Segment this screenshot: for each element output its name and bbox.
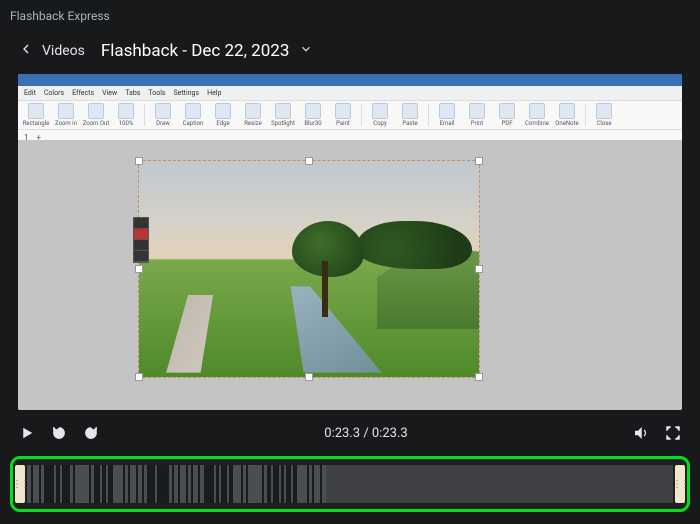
menu-item: Edit — [24, 89, 36, 97]
editor-tool: Zoom in — [52, 103, 80, 127]
menu-item: Colors — [44, 89, 64, 97]
editor-tool: Spotlight — [269, 103, 297, 127]
editor-tool: PDF — [493, 103, 521, 127]
editor-titlebar — [18, 74, 682, 86]
image-side-toolbar — [133, 217, 149, 263]
editor-tool: Zoom Out — [82, 103, 110, 127]
current-time: 0:23.3 — [324, 426, 360, 441]
timeline-trim[interactable] — [10, 456, 690, 512]
timeline-track[interactable] — [27, 465, 673, 503]
editor-tool: Print — [463, 103, 491, 127]
editor-tool: OneNote — [553, 103, 581, 127]
editor-tool: Blur30 — [299, 103, 327, 127]
back-to-videos[interactable]: Videos — [18, 41, 85, 61]
editor-tool: Caption — [179, 103, 207, 127]
app-titlebar: Flashback Express — [0, 0, 700, 32]
menu-item: Help — [207, 89, 221, 97]
editor-tool: Copy — [366, 103, 394, 127]
svg-text:5: 5 — [57, 431, 60, 437]
project-title: Flashback - Dec 22, 2023 — [101, 41, 290, 61]
menu-item: Tools — [148, 89, 165, 97]
trim-handle-left[interactable] — [15, 465, 25, 503]
editor-menubar: Edit Colors Effects View Tabs Tools Sett… — [18, 86, 682, 101]
trim-handle-right[interactable] — [675, 465, 685, 503]
video-preview[interactable]: Edit Colors Effects View Tabs Tools Sett… — [18, 74, 682, 410]
editor-tool: Draw — [149, 103, 177, 127]
selected-image — [138, 160, 480, 378]
project-title-dropdown[interactable]: Flashback - Dec 22, 2023 — [101, 41, 314, 61]
editor-tool: 100% — [112, 103, 140, 127]
app-name: Flashback Express — [10, 9, 110, 23]
editor-tool: Close — [590, 103, 618, 127]
arrow-left-icon — [18, 41, 34, 61]
playback-controls: 5 5 0:23.3 / 0:23.3 — [18, 418, 682, 448]
menu-item: Settings — [174, 89, 200, 97]
total-time: 0:23.3 — [372, 426, 408, 441]
play-button[interactable] — [18, 424, 36, 442]
svg-text:5: 5 — [89, 431, 92, 437]
forward-5-button[interactable]: 5 — [82, 424, 100, 442]
menu-item: View — [102, 89, 117, 97]
chevron-down-icon — [299, 41, 313, 61]
volume-button[interactable] — [632, 424, 650, 442]
editor-tool: Email — [433, 103, 461, 127]
rewind-5-button[interactable]: 5 — [50, 424, 68, 442]
recorded-editor-window: Edit Colors Effects View Tabs Tools Sett… — [18, 74, 682, 410]
menu-item: Tabs — [125, 89, 140, 97]
time-display: 0:23.3 / 0:23.3 — [324, 426, 407, 441]
fullscreen-button[interactable] — [664, 424, 682, 442]
editor-canvas — [18, 140, 682, 410]
back-label: Videos — [42, 43, 85, 59]
editor-tool: Resize — [239, 103, 267, 127]
header: Videos Flashback - Dec 22, 2023 — [0, 32, 700, 70]
editor-tool: Edge — [209, 103, 237, 127]
editor-tool: Paste — [396, 103, 424, 127]
editor-toolbar: RectangleZoom inZoom Out100%DrawCaptionE… — [18, 101, 682, 130]
editor-tool: Rectangle — [22, 103, 50, 127]
menu-item: Effects — [72, 89, 94, 97]
editor-tool: Paint — [329, 103, 357, 127]
editor-tool: Combine — [523, 103, 551, 127]
